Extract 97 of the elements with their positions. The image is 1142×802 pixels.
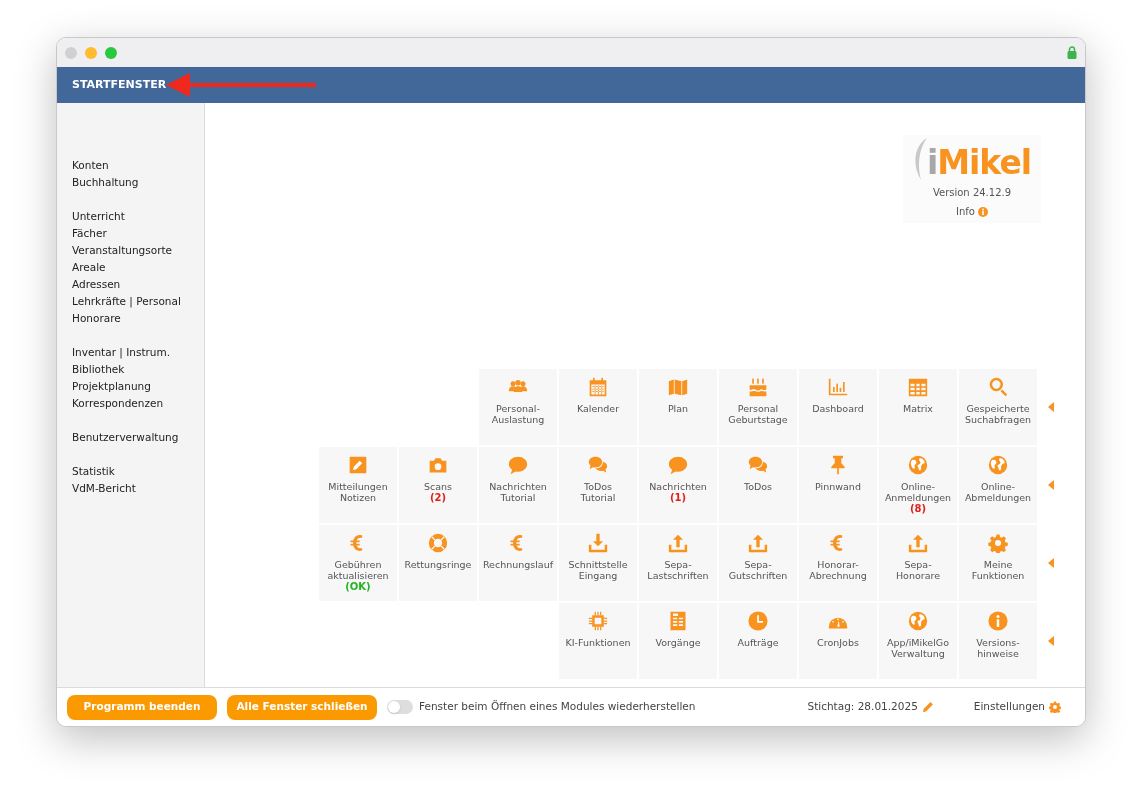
count-label: (8) <box>909 503 927 514</box>
module-tile[interactable]: Gespeicherte Suchabfragen <box>959 369 1037 445</box>
globe-icon <box>908 611 928 631</box>
lock-icon <box>1067 46 1077 59</box>
map-icon <box>668 377 688 397</box>
sidebar-item[interactable]: Statistik <box>72 463 115 480</box>
module-tile[interactable]: Versions- hinweise <box>959 603 1037 679</box>
sidebar-item[interactable]: Projektplanung <box>72 378 151 395</box>
module-tile[interactable]: KI-Funktionen <box>559 603 637 679</box>
cake-icon <box>748 377 768 397</box>
module-tile[interactable]: Mitteilungen Notizen <box>319 447 397 523</box>
chip-icon <box>588 611 608 631</box>
module-tile[interactable]: Matrix <box>879 369 957 445</box>
collapse-arrow-icon[interactable] <box>1048 636 1054 646</box>
gear-icon <box>988 533 1008 553</box>
module-tile[interactable]: Scans (2) <box>399 447 477 523</box>
module-tile[interactable]: Personal Geburtstage <box>719 369 797 445</box>
sidebar-item[interactable]: Buchhaltung <box>72 174 139 191</box>
toggle-label: Fenster beim Öffnen eines Modules wiederherstellen <box>419 699 696 715</box>
sidebar-item[interactable]: Honorare <box>72 310 121 327</box>
pencil-icon <box>348 455 368 475</box>
count-label: (2) <box>429 492 447 503</box>
lifebuoy-icon <box>428 533 448 553</box>
logo-swoosh-icon <box>912 137 927 181</box>
info-icon <box>988 611 1008 631</box>
globe-icon <box>988 455 1008 475</box>
upload-icon <box>908 533 928 553</box>
module-tile[interactable]: Kalender <box>559 369 637 445</box>
count-label: (1) <box>669 492 687 503</box>
module-tile[interactable]: Pinnwand <box>799 447 877 523</box>
module-tile[interactable]: Online- Abmeldungen <box>959 447 1037 523</box>
speech-bubbles-icon <box>588 455 608 475</box>
upload-icon <box>668 533 688 553</box>
sidebar-item[interactable]: Bibliothek <box>72 361 125 378</box>
download-icon <box>588 533 608 553</box>
sidebar-item[interactable]: Unterricht <box>72 208 125 225</box>
count-label: (OK) <box>345 581 371 592</box>
module-tile[interactable]: Gebühren aktualisieren (OK) <box>319 525 397 601</box>
module-tile[interactable]: Aufträge <box>719 603 797 679</box>
logo: iMikel <box>926 143 1032 183</box>
info-icon <box>977 206 988 217</box>
globe-icon <box>908 455 928 475</box>
bar-chart-icon <box>828 377 848 397</box>
module-tile[interactable]: Nachrichten Tutorial <box>479 447 557 523</box>
module-tile[interactable]: Online- Anmeldungen (8) <box>879 447 957 523</box>
module-tile[interactable]: Meine Funktionen <box>959 525 1037 601</box>
window-control[interactable] <box>85 46 97 59</box>
module-tile[interactable]: App/iMikelGo Verwaltung <box>879 603 957 679</box>
version-text: Version 24.12.9 <box>932 186 1012 200</box>
collapse-arrow-icon[interactable] <box>1048 558 1054 568</box>
upload-icon <box>748 533 768 553</box>
module-tile[interactable]: ToDos Tutorial <box>559 447 637 523</box>
info-link[interactable]: Info <box>956 204 988 219</box>
module-tile[interactable]: Rechnungslauf <box>479 525 557 601</box>
sidebar-item[interactable]: Korrespondenzen <box>72 395 164 412</box>
collapse-arrow-icon[interactable] <box>1048 480 1054 490</box>
pin-icon <box>828 455 848 475</box>
search-icon <box>988 377 1008 397</box>
gear-icon <box>1049 701 1061 713</box>
sidebar-item[interactable]: Inventar | Instrum. <box>72 344 171 361</box>
camera-icon <box>428 455 448 475</box>
module-tile[interactable]: Dashboard <box>799 369 877 445</box>
table-icon <box>908 377 928 397</box>
speech-bubble-icon <box>668 455 688 475</box>
module-tile[interactable]: Sepa- Honorare <box>879 525 957 601</box>
module-tile[interactable]: Vorgänge <box>639 603 717 679</box>
module-tile[interactable]: Sepa- Lastschriften <box>639 525 717 601</box>
pencil-icon <box>921 701 934 713</box>
document-icon <box>668 611 688 631</box>
module-tile[interactable]: Schnittstelle Eingang <box>559 525 637 601</box>
collapse-arrow-icon[interactable] <box>1048 402 1054 412</box>
window-title: STARTFENSTER <box>72 76 167 93</box>
module-tile[interactable]: CronJobs <box>799 603 877 679</box>
window-control[interactable] <box>105 46 117 59</box>
speech-bubble-icon <box>508 455 528 475</box>
sidebar-item[interactable]: Adressen <box>72 276 121 293</box>
sidebar-item[interactable]: VdM-Bericht <box>72 480 136 497</box>
module-tile[interactable]: Nachrichten (1) <box>639 447 717 523</box>
sidebar-item[interactable]: Benutzerverwaltung <box>72 429 179 446</box>
module-tile[interactable]: Sepa- Gutschriften <box>719 525 797 601</box>
sidebar-item[interactable]: Areale <box>72 259 106 276</box>
module-tile[interactable]: Honorar- Abrechnung <box>799 525 877 601</box>
date-button[interactable]: Stichtag: 28.01.2025 <box>807 699 934 715</box>
module-tile[interactable]: Rettungsringe <box>399 525 477 601</box>
module-tile[interactable]: ToDos <box>719 447 797 523</box>
module-tile[interactable]: Personal- Auslastung <box>479 369 557 445</box>
sidebar-item[interactable]: Veranstaltungsorte <box>72 242 173 259</box>
clock-icon <box>748 611 768 631</box>
module-tile[interactable]: Plan <box>639 369 717 445</box>
sidebar-item[interactable]: Konten <box>72 157 109 174</box>
sidebar-item[interactable]: Lehrkräfte | Personal <box>72 293 181 310</box>
calendar-icon <box>588 377 608 397</box>
toggle-switch[interactable] <box>387 700 413 714</box>
sidebar-item[interactable]: Fächer <box>72 225 107 242</box>
speech-bubbles-icon <box>748 455 768 475</box>
settings-button[interactable]: Einstellungen <box>973 699 1061 715</box>
window-control[interactable] <box>65 46 77 59</box>
